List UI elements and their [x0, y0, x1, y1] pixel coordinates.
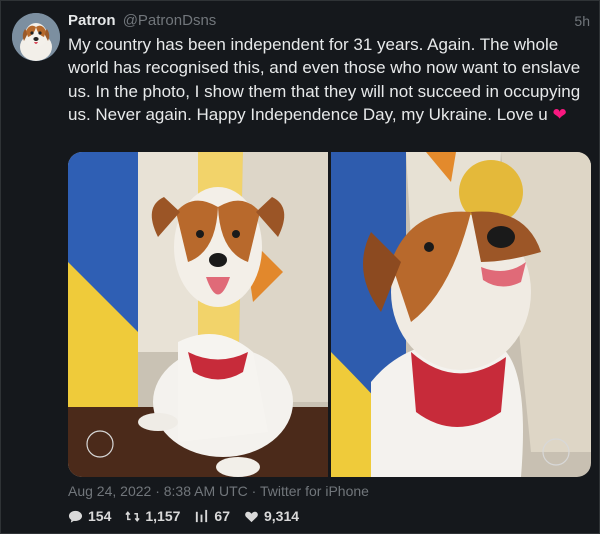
- media-gallery: [68, 152, 591, 477]
- meta-separator: ·: [155, 483, 160, 499]
- dog-photo-closeup: [331, 152, 591, 477]
- dog-photo-sitting: [68, 152, 328, 477]
- author-handle[interactable]: @PatronDsns: [123, 12, 217, 29]
- retweet-count: 1,157: [145, 508, 181, 524]
- dog-avatar-icon: [12, 13, 60, 61]
- tweet-header: Patron @PatronDsns 5h: [68, 11, 590, 31]
- retweet-icon: [125, 510, 141, 522]
- tweet-body: My country has been independent for 31 y…: [68, 33, 592, 127]
- quote-button[interactable]: 67: [194, 506, 230, 526]
- like-button[interactable]: 9,314: [244, 506, 299, 526]
- reply-icon: [68, 510, 83, 523]
- heart-icon: [245, 511, 258, 522]
- author-avatar[interactable]: [12, 13, 60, 61]
- reply-button[interactable]: 154: [68, 506, 111, 526]
- heart-emoji-icon: ❤: [552, 105, 567, 125]
- tweet-text: My country has been independent for 31 y…: [68, 35, 581, 125]
- tweet-date[interactable]: Aug 24, 2022: [68, 483, 151, 499]
- tweet-stats: 154 1,157 67 9,314: [68, 506, 299, 526]
- tweet-time-ago[interactable]: 5h: [574, 11, 590, 31]
- media-photo-2[interactable]: [331, 152, 591, 477]
- tweet-source[interactable]: Twitter for iPhone: [260, 483, 369, 499]
- quote-bars-icon: [196, 509, 208, 522]
- media-photo-1[interactable]: [68, 152, 328, 477]
- tweet-metadata: Aug 24, 2022 · 8:38 AM UTC · Twitter for…: [68, 482, 369, 500]
- quote-count: 67: [214, 508, 230, 524]
- like-count: 9,314: [263, 508, 300, 524]
- author-name[interactable]: Patron: [68, 12, 116, 29]
- reply-count: 154: [88, 508, 112, 524]
- tweet-clock-time[interactable]: 8:38 AM UTC: [164, 483, 248, 499]
- retweet-button[interactable]: 1,157: [125, 506, 180, 526]
- meta-separator: ·: [251, 483, 257, 499]
